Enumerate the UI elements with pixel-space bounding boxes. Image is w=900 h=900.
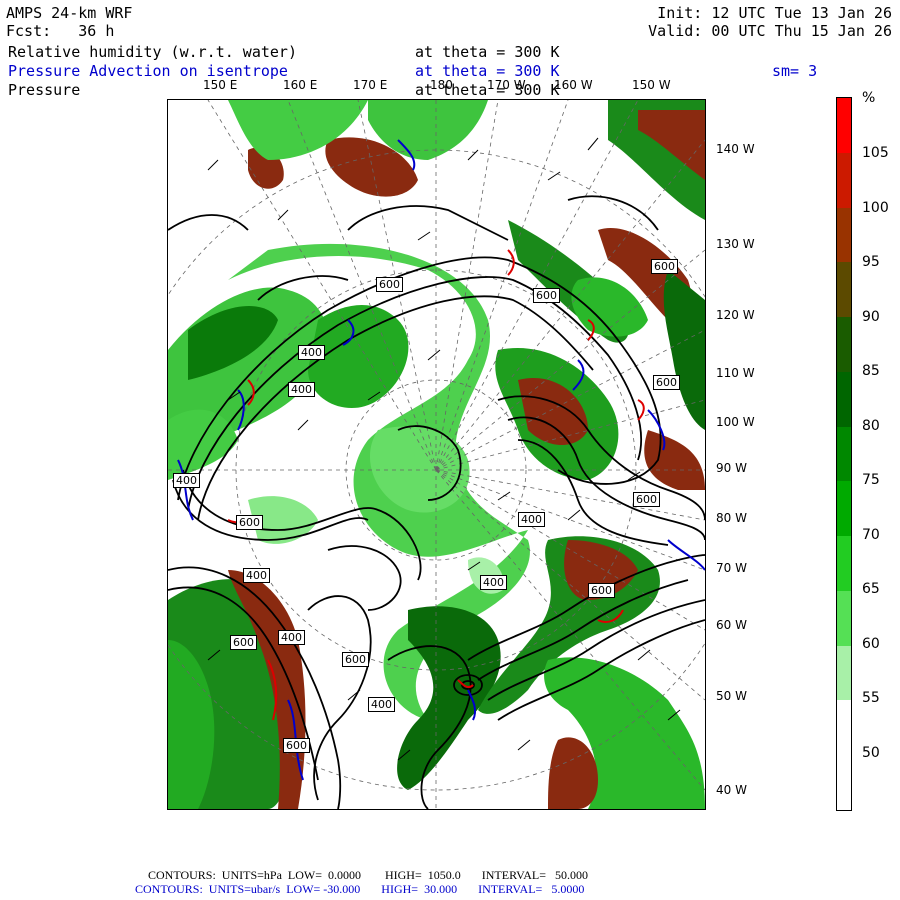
field1-level: at theta = 300 K [415, 43, 560, 61]
contour-label: 600 [283, 738, 310, 753]
colorbar-segment [837, 755, 851, 810]
lon-label: 150 W [632, 78, 671, 92]
contour-label: 600 [533, 288, 560, 303]
lon-label-right: 140 W [716, 142, 755, 156]
colorbar-segment [837, 645, 851, 701]
contour-label: 400 [368, 697, 395, 712]
lon-label-right: 60 W [716, 618, 747, 632]
contour-label: 400 [288, 382, 315, 397]
colorbar [836, 97, 852, 811]
contour-label: 400 [480, 575, 507, 590]
lon-label: 180 [430, 78, 453, 92]
lon-label-right: 80 W [716, 511, 747, 525]
lon-label-right: 120 W [716, 308, 755, 322]
colorbar-segment [837, 700, 851, 756]
colorbar-segment [837, 590, 851, 646]
contour-label: 400 [518, 512, 545, 527]
contour-label: 400 [243, 568, 270, 583]
colorbar-label: 80 [862, 417, 880, 434]
lon-label-right: 70 W [716, 561, 747, 575]
colorbar-label: 55 [862, 690, 880, 706]
colorbar-segment [837, 481, 851, 537]
colorbar-label: 105 [862, 145, 889, 161]
lon-label-right: 90 W [716, 461, 747, 475]
contour-label: 400 [298, 345, 325, 360]
valid-time: Valid: 00 UTC Thu 15 Jan 26 [648, 22, 892, 40]
lon-label: 150 E [203, 78, 238, 92]
contour-label: 600 [653, 375, 680, 390]
forecast-hour: Fcst: 36 h [6, 22, 115, 40]
lon-label-right: 100 W [716, 415, 755, 429]
colorbar-label: 90 [862, 308, 880, 325]
field3-name: Pressure [8, 81, 81, 99]
colorbar-segment [837, 98, 851, 153]
colorbar-label: 70 [862, 526, 880, 543]
field2-smoothing: sm= 3 [772, 62, 818, 80]
lon-label: 160 E [283, 78, 318, 92]
lon-label-right: 50 W [716, 689, 747, 703]
contour-label: 600 [651, 259, 678, 274]
footer-contours-advection: CONTOURS: UNITS=ubar/s LOW= -30.000 HIGH… [135, 882, 585, 896]
lon-label: 170 W [487, 78, 526, 92]
colorbar-label: 85 [862, 363, 880, 379]
map-panel: 600 400 400 600 600 600 600 400 400 400 600 400 600 6… [167, 99, 706, 810]
lon-label-right: 130 W [716, 237, 755, 251]
colorbar-label: 75 [862, 472, 880, 488]
contour-label: 600 [342, 652, 369, 667]
humidity-shading [168, 100, 705, 809]
colorbar-segment [837, 371, 851, 427]
colorbar-segment [837, 207, 851, 263]
contour-label: 400 [173, 473, 200, 488]
lon-label-right: 40 W [716, 783, 747, 797]
colorbar-segment [837, 536, 851, 591]
contour-label: 600 [376, 277, 403, 292]
colorbar-label: 100 [862, 199, 889, 216]
colorbar-segment [837, 426, 851, 482]
field1-name: Relative humidity (w.r.t. water) [8, 43, 297, 61]
init-time: Init: 12 UTC Tue 13 Jan 26 [657, 4, 892, 22]
map-graphic [168, 100, 705, 809]
field2-name: Pressure Advection on isentrope [8, 62, 288, 80]
colorbar-unit: % [862, 90, 876, 106]
contour-label: 600 [633, 492, 660, 507]
colorbar-label: 65 [862, 581, 880, 597]
lon-label: 170 E [353, 78, 388, 92]
contour-label: 600 [236, 515, 263, 530]
colorbar-segment [837, 152, 851, 208]
contour-label: 400 [278, 630, 305, 645]
contour-label: 600 [230, 635, 257, 650]
colorbar-label: 95 [862, 254, 880, 270]
colorbar-segment [837, 262, 851, 318]
colorbar-segment [837, 317, 851, 372]
colorbar-label: 60 [862, 635, 880, 652]
model-title: AMPS 24-km WRF [6, 4, 133, 22]
colorbar-label: 50 [862, 744, 880, 761]
lon-label: 160 W [554, 78, 593, 92]
contour-label: 600 [588, 583, 615, 598]
lon-label-right: 110 W [716, 366, 755, 380]
footer-contours-pressure: CONTOURS: UNITS=hPa LOW= 0.0000 HIGH= 10… [148, 868, 588, 882]
